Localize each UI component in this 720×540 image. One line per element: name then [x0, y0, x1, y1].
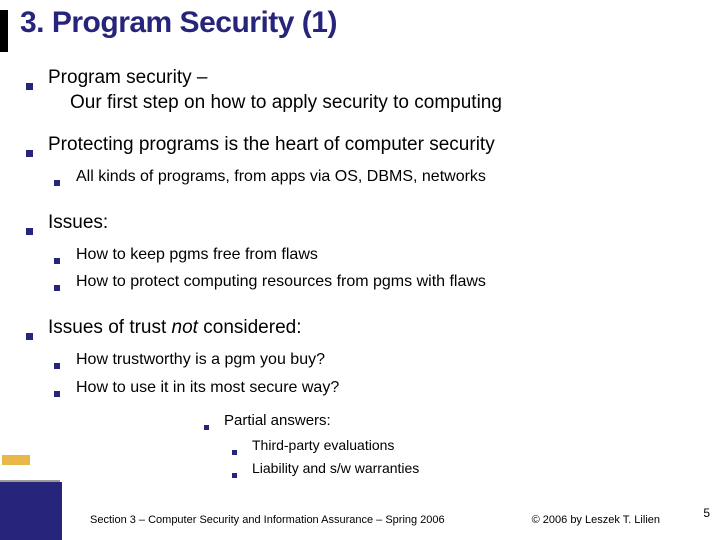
bullet-marker	[232, 459, 252, 482]
slide-title: 3. Program Security (1)	[20, 6, 337, 40]
bullet-marker	[26, 133, 48, 165]
bullet-marker	[54, 167, 76, 193]
bullet-text: Third-party evaluations	[252, 436, 394, 459]
bullet-marker	[232, 436, 252, 459]
footer-copyright: © 2006 by Leszek T. Lilien	[532, 514, 660, 526]
bullet-text: Issues:	[48, 211, 716, 243]
bullet-level1: Protecting programs is the heart of comp…	[26, 133, 716, 165]
bullet-level4: Liability and s/w warranties	[232, 459, 716, 482]
bullet-level1: Issues:	[26, 211, 716, 243]
bullet-text: Protecting programs is the heart of comp…	[48, 133, 716, 165]
bullet-marker	[54, 350, 76, 376]
bullet-text-cont: Our first step on how to apply security …	[70, 92, 502, 113]
page-number: 5	[703, 506, 710, 520]
bullet-text: All kinds of programs, from apps via OS,…	[76, 167, 716, 193]
bullet-marker	[26, 211, 48, 243]
bullet-level3: Partial answers:	[204, 411, 716, 436]
bullet-marker	[54, 245, 76, 271]
bullet-text: Issues of trust not considered:	[48, 316, 716, 348]
decoration-top-bar	[0, 10, 8, 52]
bullet-level1: Program security – Our first step on how…	[26, 66, 716, 115]
bullet-level1: Issues of trust not considered:	[26, 316, 716, 348]
bullet-text: How to use it in its most secure way?	[76, 378, 716, 404]
footer-section: Section 3 – Computer Security and Inform…	[90, 514, 445, 526]
bullet-level2: How trustworthy is a pgm you buy?	[54, 350, 716, 376]
bullet-marker	[204, 411, 224, 436]
bullet-level2: All kinds of programs, from apps via OS,…	[54, 167, 716, 193]
bullet-text: Liability and s/w warranties	[252, 459, 419, 482]
bullet-text: How trustworthy is a pgm you buy?	[76, 350, 716, 376]
bullet-text: Partial answers:	[224, 411, 331, 436]
decoration-corner-square	[0, 482, 62, 540]
bullet-marker	[54, 272, 76, 298]
bullet-level2: How to use it in its most secure way?	[54, 378, 716, 404]
bullet-marker	[26, 66, 48, 115]
bullet-marker	[26, 316, 48, 348]
bullet-level2: How to protect computing resources from …	[54, 272, 716, 298]
slide-body: Program security – Our first step on how…	[26, 60, 716, 482]
bullet-text: How to keep pgms free from flaws	[76, 245, 716, 271]
partial-answers-block: Partial answers: Third-party evaluations…	[204, 411, 716, 482]
bullet-marker	[54, 378, 76, 404]
bullet-text: How to protect computing resources from …	[76, 272, 716, 298]
bullet-level2: How to keep pgms free from flaws	[54, 245, 716, 271]
bullet-text: Program security –	[48, 67, 207, 88]
bullet-level4: Third-party evaluations	[232, 436, 716, 459]
